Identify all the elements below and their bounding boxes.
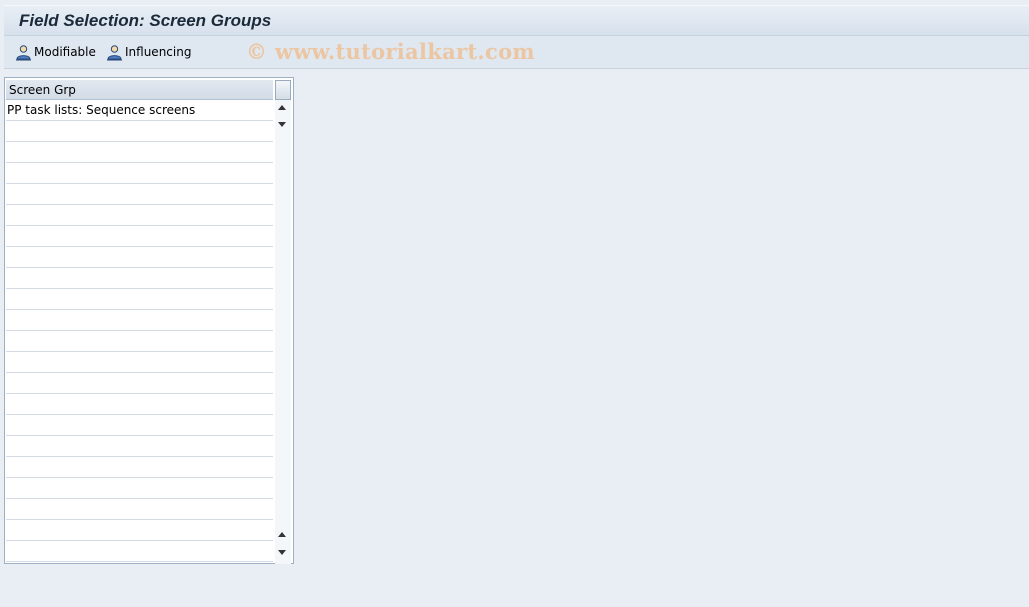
modifiable-label: Modifiable: [34, 45, 96, 59]
table-row-empty[interactable]: [6, 415, 273, 436]
arrow-up-icon[interactable]: [278, 105, 286, 110]
watermark: © www.tutorialkart.com: [246, 39, 535, 64]
arrow-up-icon[interactable]: [278, 532, 286, 537]
table-row-empty[interactable]: [6, 205, 273, 226]
table-row-empty[interactable]: [6, 163, 273, 184]
table-row-empty[interactable]: [6, 352, 273, 373]
table-row-empty[interactable]: [6, 121, 273, 142]
table-row-empty[interactable]: [6, 226, 273, 247]
title-bar: Field Selection: Screen Groups: [4, 5, 1029, 36]
table-row-empty[interactable]: [6, 373, 273, 394]
table-row-empty[interactable]: [6, 436, 273, 457]
table-row-empty[interactable]: [6, 184, 273, 205]
table-row-empty[interactable]: [6, 520, 273, 541]
arrow-down-icon[interactable]: [278, 122, 286, 127]
table-row-empty[interactable]: [6, 268, 273, 289]
modifiable-button[interactable]: Modifiable: [15, 42, 96, 62]
table-row[interactable]: PP task lists: Sequence screens: [6, 100, 273, 121]
table-row-empty[interactable]: [6, 499, 273, 520]
arrow-down-icon[interactable]: [278, 550, 286, 555]
table-row-empty[interactable]: [6, 457, 273, 478]
select-all-button[interactable]: [275, 80, 291, 100]
table-row-empty[interactable]: [6, 478, 273, 499]
table-row-empty[interactable]: [6, 289, 273, 310]
vertical-scrollbar[interactable]: [275, 100, 291, 564]
screen-group-table: Screen Grp PP task lists: Sequence scree…: [4, 77, 294, 564]
influencing-button[interactable]: Influencing: [106, 42, 191, 62]
table-row-empty[interactable]: [6, 142, 273, 163]
table-row-empty[interactable]: [6, 310, 273, 331]
user-field-icon: [16, 44, 31, 60]
influencing-label: Influencing: [125, 45, 192, 59]
table-row-empty[interactable]: [6, 394, 273, 415]
sap-screen: Field Selection: Screen Groups Modifiabl…: [0, 0, 1029, 607]
user-field-icon: [107, 44, 122, 60]
table-row-empty[interactable]: [6, 541, 273, 562]
column-header-screen-grp[interactable]: Screen Grp: [6, 80, 273, 100]
table-row-empty[interactable]: [6, 247, 273, 268]
page-title: Field Selection: Screen Groups: [19, 11, 272, 30]
application-toolbar: Modifiable Influencing © www.tutorialkar…: [4, 36, 1029, 69]
table-row-empty[interactable]: [6, 331, 273, 352]
